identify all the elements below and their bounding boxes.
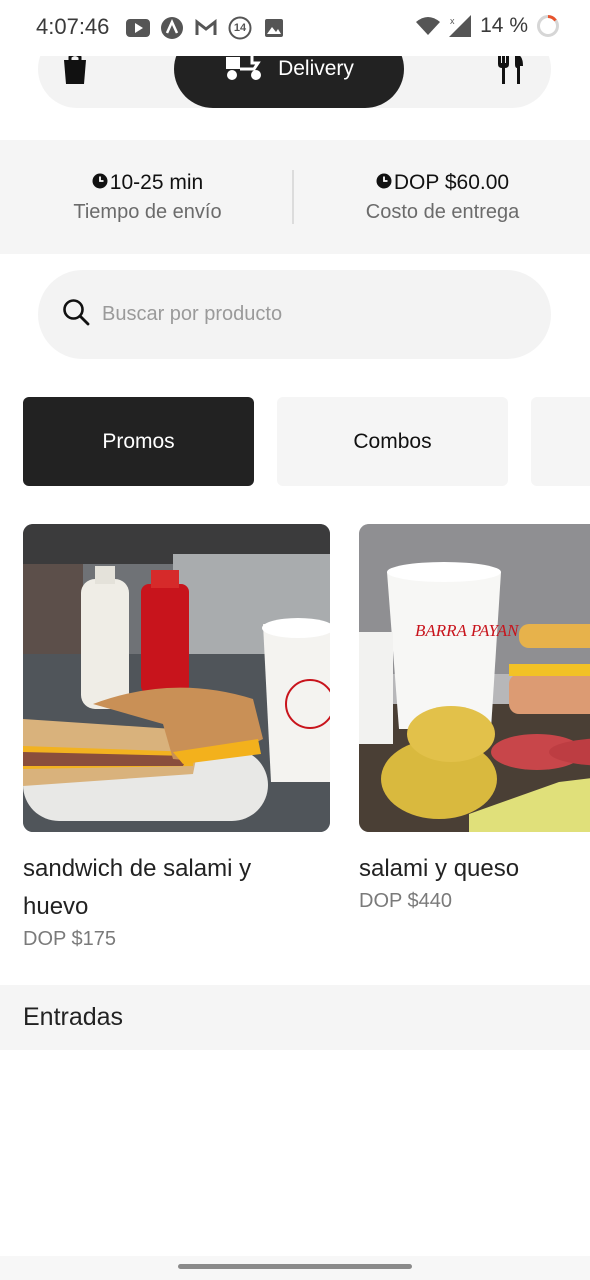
- status-time: 4:07:46: [36, 14, 110, 39]
- product-carousel: sandwich de salami y huevo DOP $175 BARR…: [23, 524, 590, 964]
- image-icon: [262, 16, 286, 40]
- status-bar: 4:07:46 14 x 14 %: [0, 0, 590, 56]
- delivery-cost-info: DOP $60.00 Costo de entrega: [295, 140, 590, 254]
- notification-count-text: 14: [233, 22, 247, 34]
- shopping-bag-icon[interactable]: [60, 52, 90, 86]
- dine-in-utensils-icon[interactable]: [495, 52, 525, 86]
- clock-icon: [376, 171, 392, 195]
- youtube-icon: [126, 16, 150, 40]
- delivery-cost-value: DOP $60.00: [393, 170, 510, 194]
- category-chip-next[interactable]: [531, 397, 590, 486]
- notification-count-badge: 14: [228, 16, 252, 40]
- product-image-salami-queso: BARRA PAYAN: [359, 524, 590, 832]
- product-price: DOP $440: [359, 890, 453, 912]
- battery-percentage: 14 %: [480, 14, 528, 37]
- clock-icon: [92, 171, 108, 195]
- product-card[interactable]: sandwich de salami y huevo DOP $175: [23, 524, 330, 951]
- delivery-mode-label: Delivery: [278, 57, 354, 80]
- product-name: sandwich de salami y huevo: [23, 855, 252, 920]
- delivery-cost-value-row: DOP $60.00: [376, 171, 509, 195]
- gmail-icon: [194, 16, 218, 40]
- cup-brand-text: BARRA PAYAN: [415, 621, 520, 640]
- notification-icons: 14: [126, 16, 286, 40]
- home-gesture-handle[interactable]: [178, 1264, 412, 1269]
- info-divider: [292, 170, 294, 224]
- category-chip-promos[interactable]: Promos: [23, 397, 254, 486]
- gesture-navigation-bar: [0, 1256, 590, 1280]
- wifi-icon: [416, 14, 441, 38]
- delivery-time-value-row: 10-25 min: [92, 171, 203, 195]
- section-header-entradas: Entradas: [0, 985, 590, 1050]
- cellular-signal-icon: x: [448, 14, 472, 38]
- system-status: x 14 %: [416, 14, 560, 38]
- scooter-icon: [224, 51, 264, 87]
- delivery-time-info: 10-25 min Tiempo de envío: [0, 140, 295, 254]
- delivery-time-label: Tiempo de envío: [73, 200, 222, 223]
- product-card[interactable]: BARRA PAYAN salami y queso DOP $440: [359, 524, 590, 913]
- category-tabs: Promos Combos: [23, 397, 590, 486]
- category-chip-combos[interactable]: Combos: [277, 397, 508, 486]
- battery-ring-icon: [536, 14, 560, 38]
- svg-text:x: x: [450, 16, 455, 26]
- product-price: DOP $175: [23, 928, 117, 950]
- search-bar[interactable]: [38, 270, 551, 359]
- delivery-cost-label: Costo de entrega: [365, 200, 520, 223]
- delivery-info-band: 10-25 min Tiempo de envío DOP $60.00 Cos…: [0, 140, 590, 254]
- arc-logo-icon: [160, 16, 184, 40]
- search-input[interactable]: [102, 303, 502, 326]
- product-image-sandwich: [23, 524, 330, 832]
- search-icon: [62, 298, 90, 331]
- product-name: salami y queso: [359, 855, 520, 882]
- delivery-time-value: 10-25 min: [109, 170, 204, 194]
